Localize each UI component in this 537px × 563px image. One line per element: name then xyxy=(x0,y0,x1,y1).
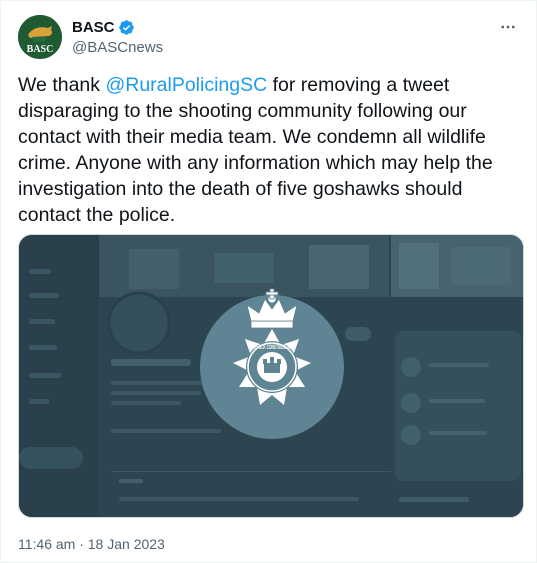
tweet-text-after: for removing a tweet disparaging to the … xyxy=(18,74,499,226)
tweet-text: We thank @RuralPolicingSC for removing a… xyxy=(18,72,528,228)
mention-link[interactable]: @RuralPolicingSC xyxy=(105,74,267,96)
verified-badge-icon xyxy=(118,19,134,35)
tweet-card: BASC BASC @BASCnews We thank @RuralPolic… xyxy=(0,0,537,563)
tweet-header: BASC BASC @BASCnews xyxy=(18,15,522,61)
avatar[interactable]: BASC xyxy=(18,15,62,59)
tweet-timestamp[interactable]: 11:46 am · 18 Jan 2023 xyxy=(18,536,165,552)
tweet-media-image[interactable]: SUFFOLK CONSTABULARY xyxy=(18,234,524,518)
display-name-row: BASC xyxy=(72,18,163,36)
author-handle[interactable]: @BASCnews xyxy=(72,39,163,56)
display-name[interactable]: BASC xyxy=(72,19,115,36)
crest-text: SUFFOLK CONSTABULARY xyxy=(250,344,294,351)
tweet-text-before: We thank xyxy=(18,74,106,96)
author-names: BASC @BASCnews xyxy=(72,18,163,57)
more-horizontal-icon[interactable] xyxy=(498,17,518,37)
avatar-image: BASC xyxy=(18,15,62,59)
media-screenshot: SUFFOLK CONSTABULARY xyxy=(19,235,523,517)
avatar-logo-text: BASC xyxy=(27,44,54,55)
